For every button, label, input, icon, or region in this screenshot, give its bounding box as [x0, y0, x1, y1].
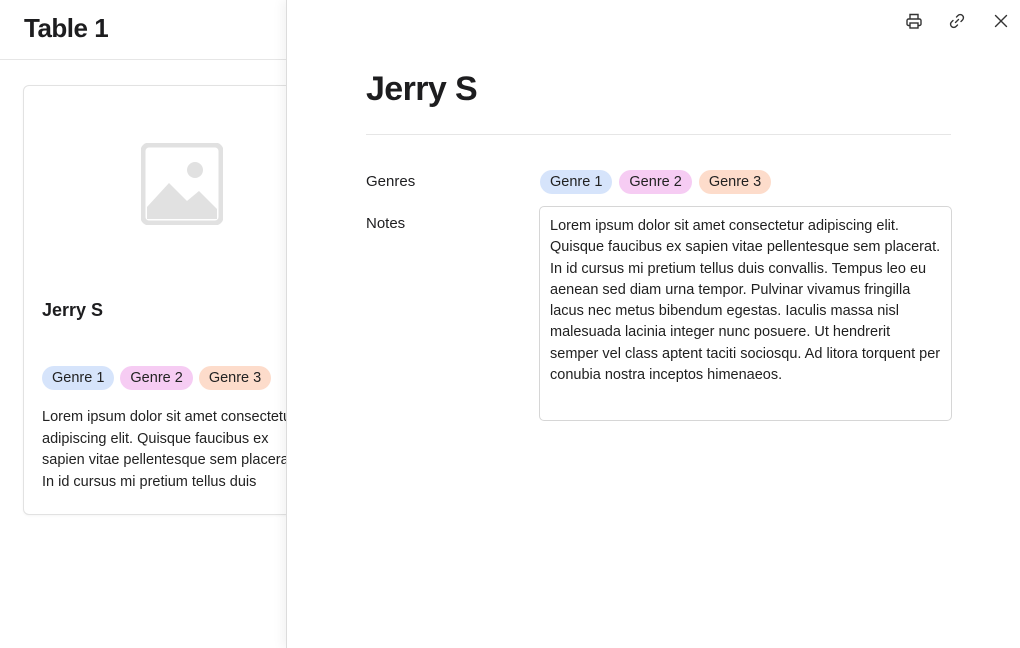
table-title: Table 1 [24, 13, 109, 43]
genre-tag: Genre 2 [120, 366, 193, 390]
link-icon [949, 13, 965, 29]
record-detail-panel: Jerry S Genres Genre 1 Genre 2 Genre 3 N… [286, 0, 1020, 648]
genres-field[interactable]: Genre 1 Genre 2 Genre 3 [540, 170, 772, 194]
card-notes: Lorem ipsum dolor sit amet consectetur a… [42, 409, 297, 490]
image-placeholder-icon [140, 142, 224, 226]
record-card[interactable]: Jerry S Genre 1 Genre 2 Genre 3 Lorem ip… [23, 85, 323, 515]
card-genre-tags: Genre 1 Genre 2 Genre 3 [42, 366, 272, 390]
genre-tag: Genre 2 [619, 170, 692, 194]
print-button[interactable] [903, 10, 925, 32]
close-button[interactable] [990, 10, 1012, 32]
copy-link-button[interactable] [946, 10, 968, 32]
genre-tag: Genre 3 [198, 366, 272, 390]
notes-textarea[interactable]: Lorem ipsum dolor sit amet consectetur a… [539, 206, 952, 421]
close-icon [994, 14, 1008, 28]
divider [366, 134, 951, 135]
record-title: Jerry S [366, 70, 478, 108]
genre-tag: Genre 1 [42, 366, 115, 390]
genres-label: Genres [366, 173, 416, 190]
notes-label: Notes [366, 215, 406, 232]
printer-icon [906, 13, 922, 29]
card-name: Jerry S [42, 300, 104, 320]
genre-tag: Genre 1 [540, 170, 613, 194]
genre-tag: Genre 3 [698, 170, 772, 194]
